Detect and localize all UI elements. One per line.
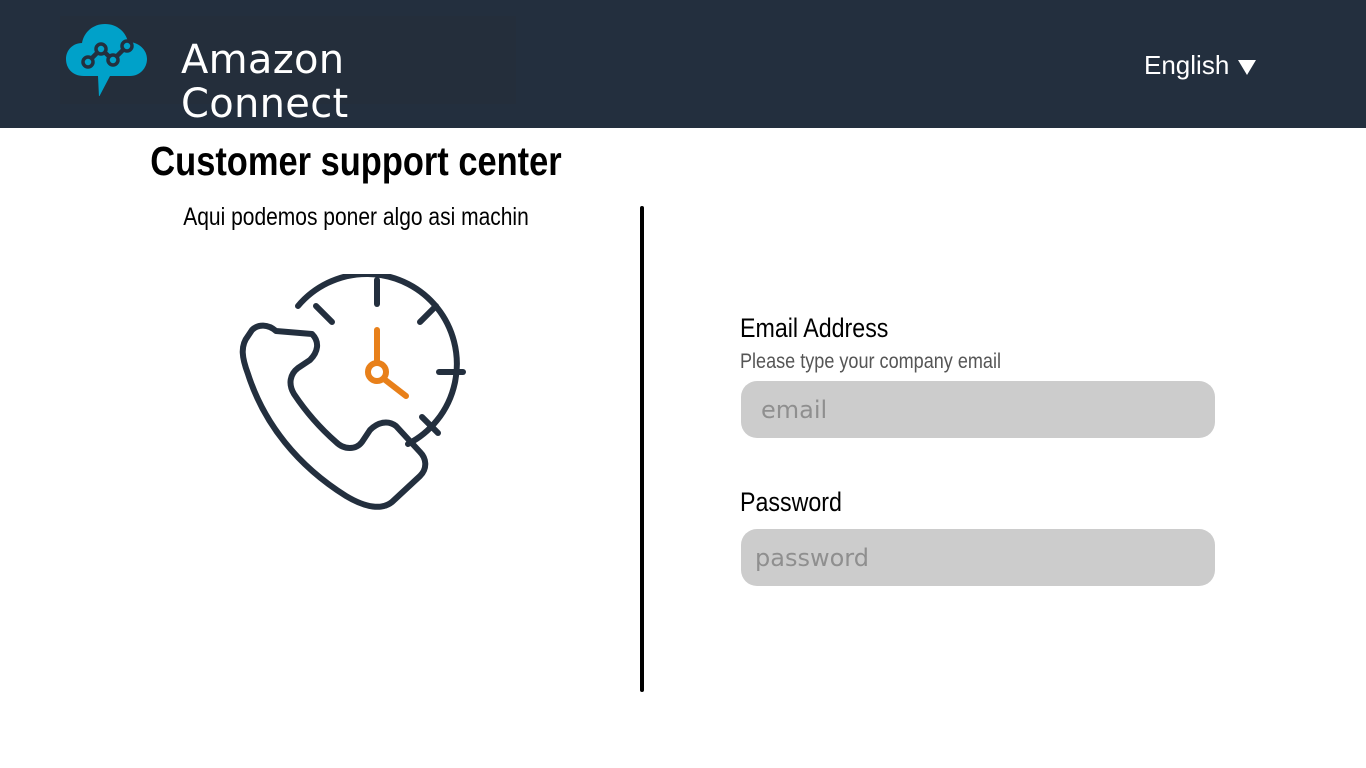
cloud-chat-network-icon — [66, 24, 147, 96]
brand-name: Amazon Connect — [181, 37, 349, 127]
password-field[interactable] — [741, 529, 1215, 586]
email-help-text: Please type your company email — [740, 350, 1002, 373]
brand-logo-block[interactable]: Amazon Connect — [60, 16, 516, 126]
password-label: Password — [740, 487, 842, 517]
page-subtitle: Aqui podemos poner algo asi machin — [183, 203, 529, 231]
email-field[interactable] — [741, 381, 1215, 438]
phone-clock-icon — [239, 274, 466, 510]
login-form: Email Address Please type your company e… — [740, 0, 1220, 768]
email-label: Email Address — [740, 313, 889, 343]
caret-down-icon — [1238, 60, 1257, 75]
page-title: Customer support center — [150, 138, 562, 184]
vertical-divider — [640, 206, 644, 692]
